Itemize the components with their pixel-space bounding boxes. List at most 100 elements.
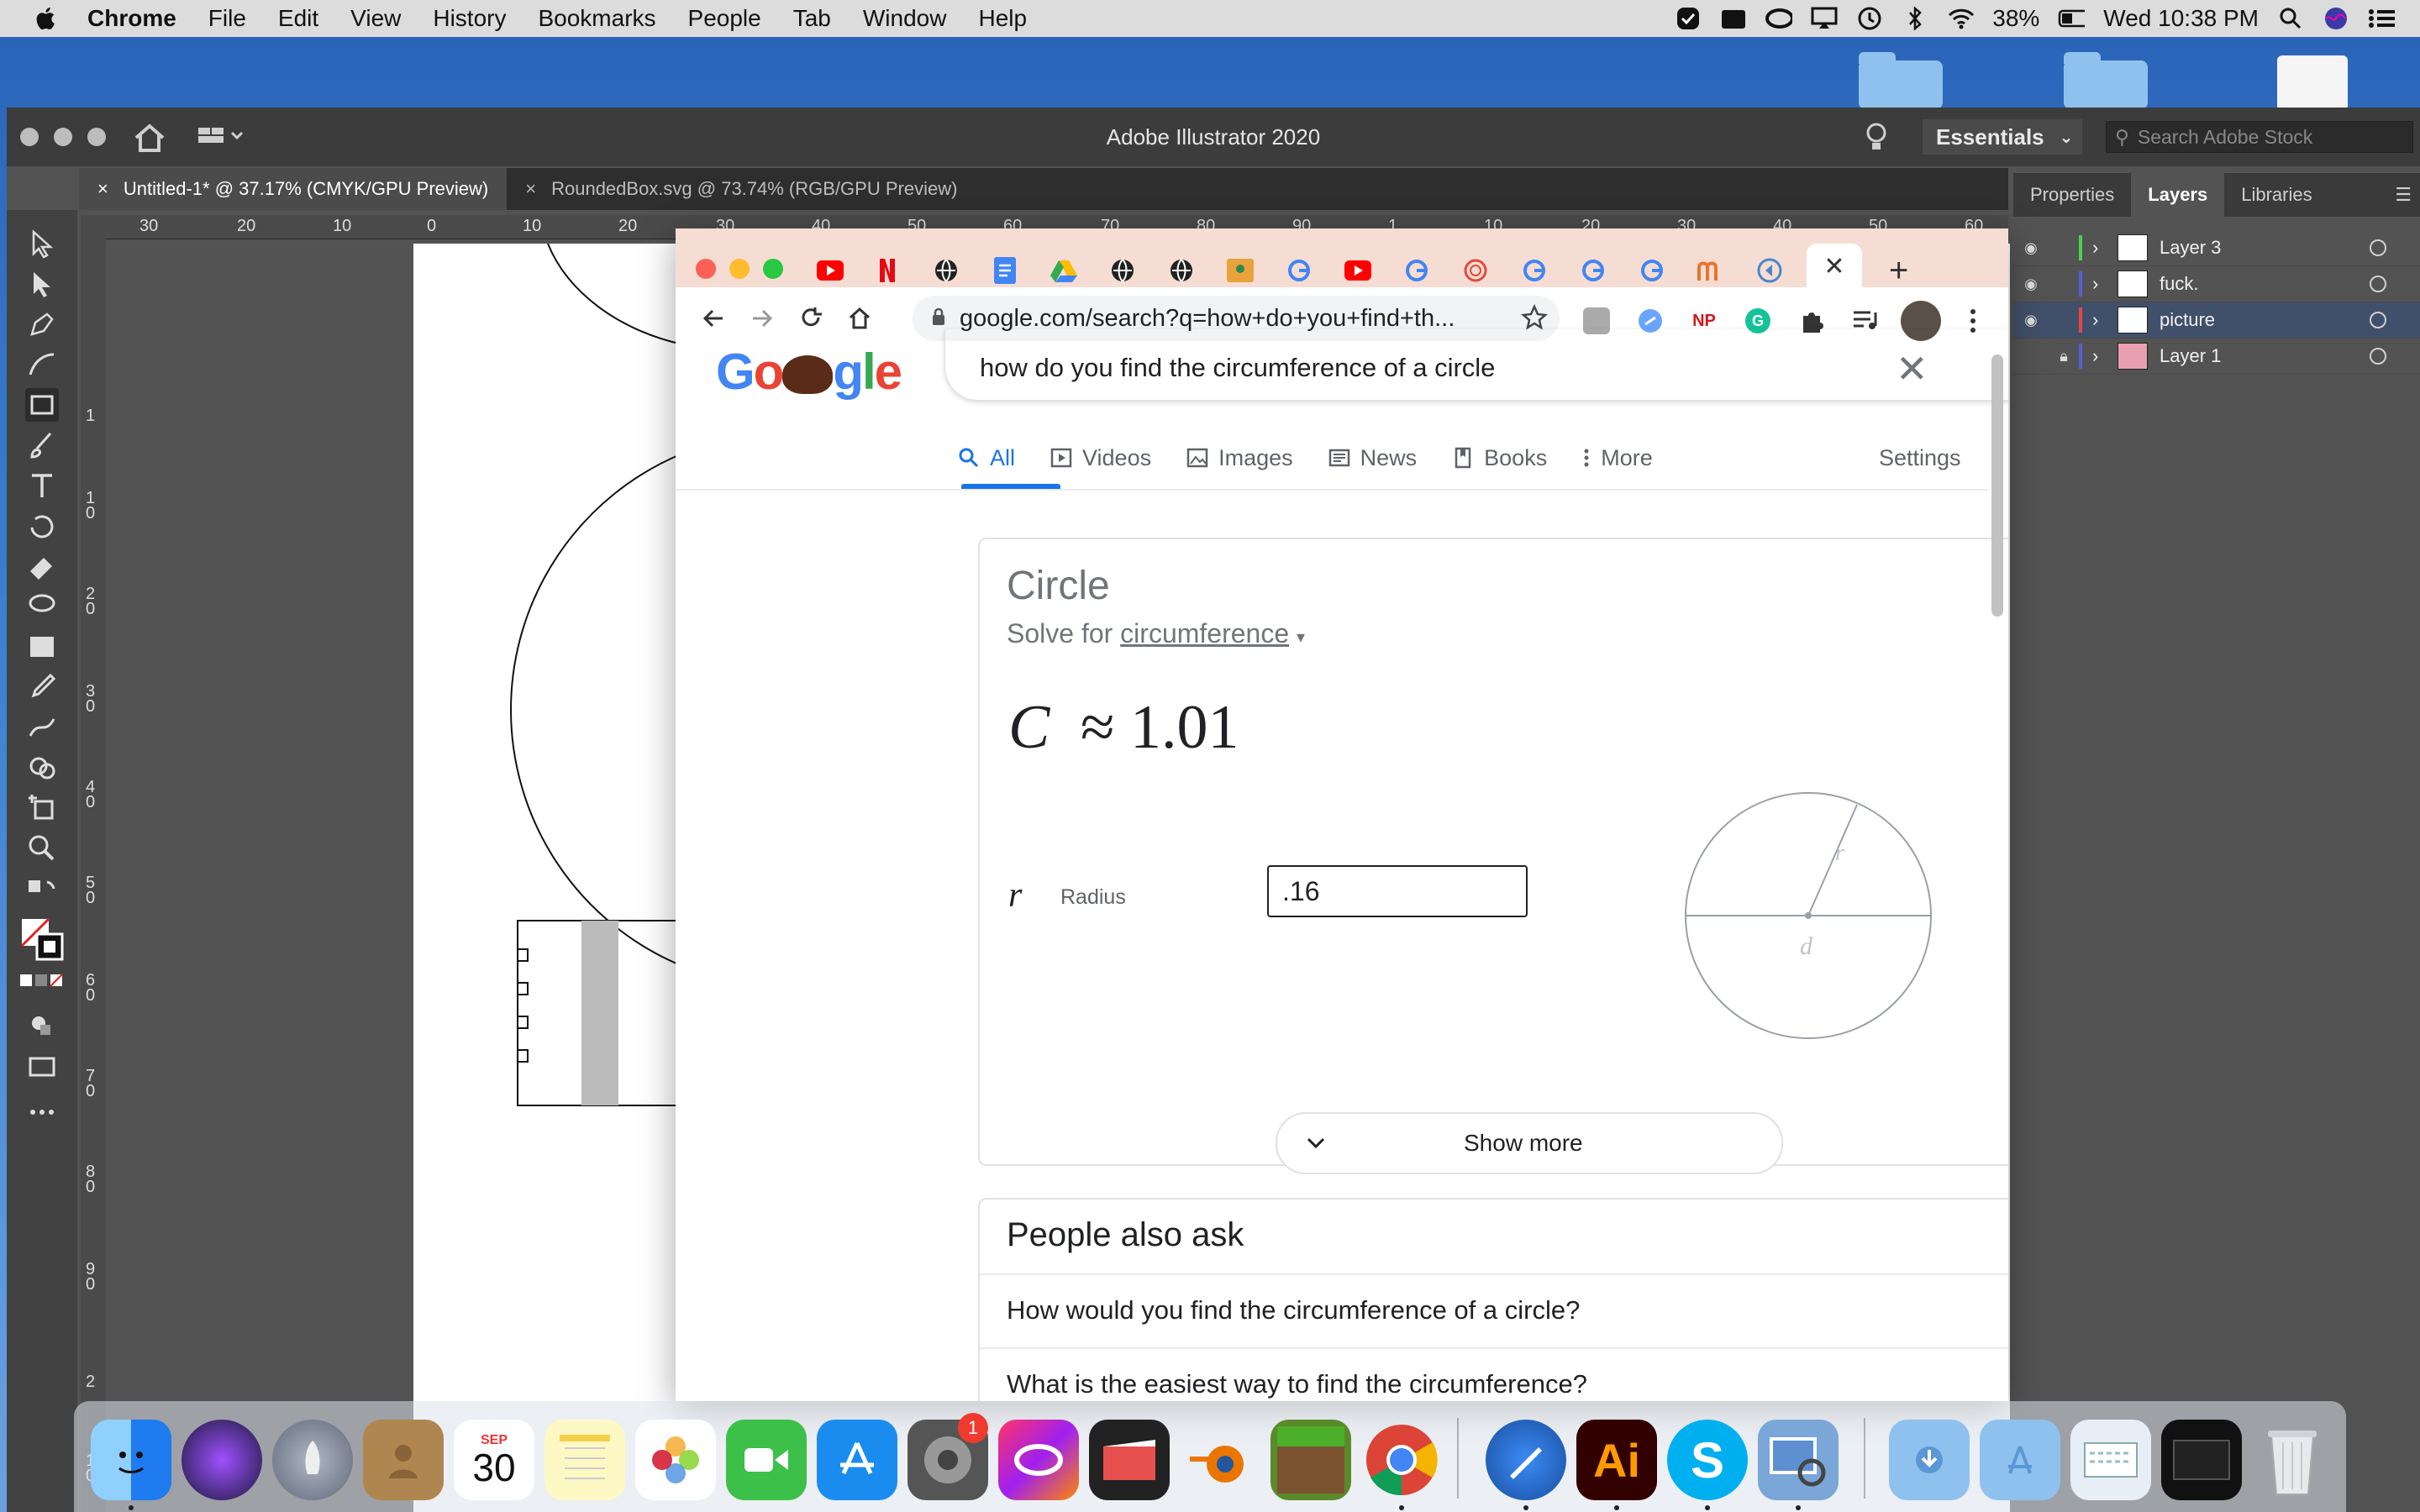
tab-youtube-icon[interactable]: [817, 257, 844, 284]
tab-play-icon[interactable]: [1756, 257, 1783, 284]
creative-cloud-icon[interactable]: [998, 1420, 1079, 1500]
tab-classroom-icon[interactable]: [1227, 257, 1254, 284]
desktop-folder[interactable]: [2064, 52, 2148, 109]
search-query[interactable]: how do you find the circumference of a c…: [980, 353, 1495, 383]
lock-icon[interactable]: 🔒︎: [2049, 348, 2079, 365]
settings-link[interactable]: Settings: [1879, 437, 1961, 479]
tab-more[interactable]: More: [1582, 437, 1653, 479]
solve-for-selector[interactable]: Solve for circumference ▾: [1007, 618, 1305, 649]
preview-icon[interactable]: [1758, 1420, 1839, 1500]
more-tools-icon[interactable]: [25, 1095, 59, 1129]
panel-menu-icon[interactable]: ☰: [2395, 184, 2412, 206]
selection-tool-icon[interactable]: [25, 227, 59, 260]
artboard-tool-icon[interactable]: [25, 791, 59, 825]
chrome-icon[interactable]: [1361, 1420, 1442, 1500]
expand-chevron-icon[interactable]: ›: [2092, 273, 2118, 295]
checkmark-status-icon[interactable]: [1675, 7, 1702, 30]
launchpad-icon[interactable]: [272, 1420, 353, 1500]
rotate-tool-icon[interactable]: [25, 509, 59, 543]
minecraft-icon[interactable]: [1270, 1420, 1351, 1500]
eraser-tool-icon[interactable]: [25, 549, 59, 583]
lock-icon[interactable]: [931, 307, 946, 330]
window-close-button[interactable]: [696, 259, 716, 279]
radius-input[interactable]: [1267, 865, 1528, 917]
rectangle-tool-icon[interactable]: [25, 388, 59, 422]
pen-tool-icon[interactable]: [25, 307, 59, 341]
workspace-switcher[interactable]: Essentials ⌄: [1923, 119, 2082, 155]
lasso-tool-icon[interactable]: [25, 590, 59, 623]
visibility-eye-icon[interactable]: ◉: [2013, 239, 2049, 257]
draw-mode-icon[interactable]: [25, 1008, 59, 1042]
tab-books[interactable]: Books: [1452, 437, 1547, 479]
tab-mathway-icon[interactable]: [1697, 257, 1724, 284]
photos-icon[interactable]: [635, 1420, 716, 1500]
finder-icon[interactable]: [91, 1420, 171, 1500]
photos-status-icon[interactable]: [1720, 7, 1747, 30]
target-circle-icon[interactable]: [2370, 348, 2386, 365]
target-circle-icon[interactable]: [2370, 239, 2386, 256]
default-colors-icon[interactable]: [25, 877, 59, 911]
new-tab-button[interactable]: +: [1889, 252, 1908, 290]
adobe-stock-search[interactable]: ⚲ Search Adobe Stock: [2106, 121, 2413, 153]
paa-question[interactable]: What is the easiest way to find the circ…: [980, 1347, 2008, 1401]
wifi-icon[interactable]: [1947, 7, 1975, 30]
tab-google-icon[interactable]: [1639, 257, 1665, 284]
dropdown-arrow-icon[interactable]: ▾: [1297, 628, 1305, 647]
layer-row-selected[interactable]: ◉ › picture: [2013, 302, 2420, 339]
layer-name[interactable]: fuck.: [2160, 273, 2370, 295]
visibility-eye-icon[interactable]: ◉: [2013, 276, 2049, 293]
menu-view[interactable]: View: [350, 5, 401, 32]
clock[interactable]: Wed 10:38 PM: [2103, 5, 2259, 32]
document-tab-untitled[interactable]: × Untitled-1* @ 37.17% (CMYK/GPU Preview…: [79, 168, 508, 210]
google-doodle-logo[interactable]: Go gle: [716, 343, 902, 401]
facetime-icon[interactable]: [726, 1420, 807, 1500]
layer-name[interactable]: Layer 1: [2160, 345, 2370, 367]
menu-edit[interactable]: Edit: [278, 5, 318, 32]
fill-stroke-swatch-icon[interactable]: [18, 916, 66, 963]
contacts-icon[interactable]: [363, 1420, 444, 1500]
puppet-warp-tool-icon[interactable]: [25, 711, 59, 744]
creative-cloud-icon[interactable]: [1765, 7, 1793, 30]
tab-images[interactable]: Images: [1186, 437, 1293, 479]
layer-row[interactable]: ◉ › fuck.: [2013, 266, 2420, 302]
visibility-eye-icon[interactable]: ◉: [2013, 312, 2049, 329]
screen-mode-icon[interactable]: [25, 1050, 59, 1084]
tab-google-icon[interactable]: [1286, 257, 1313, 284]
tab-google-icon[interactable]: [1521, 257, 1548, 284]
document-tab-roundedbox[interactable]: × RoundedBox.svg @ 73.74% (RGB/GPU Previ…: [507, 168, 976, 210]
paintbrush-tool-icon[interactable]: [25, 428, 59, 462]
tab-globe-icon[interactable]: [933, 257, 960, 284]
notification-center-icon[interactable]: [2368, 7, 2395, 30]
shape-builder-tool-icon[interactable]: [25, 751, 59, 785]
gradient-tool-icon[interactable]: [25, 630, 59, 664]
spotlight-search-icon[interactable]: [2277, 7, 2304, 30]
notes-icon[interactable]: [544, 1420, 625, 1500]
skype-icon[interactable]: S: [1667, 1420, 1748, 1500]
forward-button[interactable]: [738, 294, 786, 343]
tab-google-icon[interactable]: [1403, 257, 1430, 284]
close-icon[interactable]: ×: [525, 178, 536, 200]
tab-all[interactable]: All: [958, 437, 1015, 479]
tab-drive-icon[interactable]: [1050, 257, 1077, 284]
tab-globe-icon[interactable]: [1168, 257, 1195, 284]
menu-help[interactable]: Help: [978, 5, 1027, 32]
menu-history[interactable]: History: [433, 5, 506, 32]
zoom-tool-icon[interactable]: [25, 832, 59, 865]
expand-chevron-icon[interactable]: ›: [2092, 345, 2118, 367]
screenshot-thumbnail-icon[interactable]: [2161, 1420, 2242, 1500]
apple-menu-icon[interactable]: [32, 4, 60, 33]
close-tab-icon[interactable]: ✕: [1823, 252, 1844, 281]
lightbulb-icon[interactable]: [1864, 121, 1889, 155]
bluetooth-icon[interactable]: [1902, 6, 1928, 31]
tab-google-icon[interactable]: [1580, 257, 1607, 284]
page-scrollbar[interactable]: [1991, 354, 2003, 617]
downloads-folder-icon[interactable]: [1889, 1420, 1970, 1500]
blender-icon[interactable]: [1180, 1420, 1260, 1500]
menu-file[interactable]: File: [208, 5, 246, 32]
final-cut-icon[interactable]: [1089, 1420, 1170, 1500]
app-store-icon[interactable]: [817, 1420, 897, 1500]
eyedropper-tool-icon[interactable]: [25, 670, 59, 704]
layer-name[interactable]: picture: [2160, 309, 2370, 331]
tab-opera-icon[interactable]: [1462, 257, 1489, 284]
expand-chevron-icon[interactable]: ›: [2092, 309, 2118, 331]
